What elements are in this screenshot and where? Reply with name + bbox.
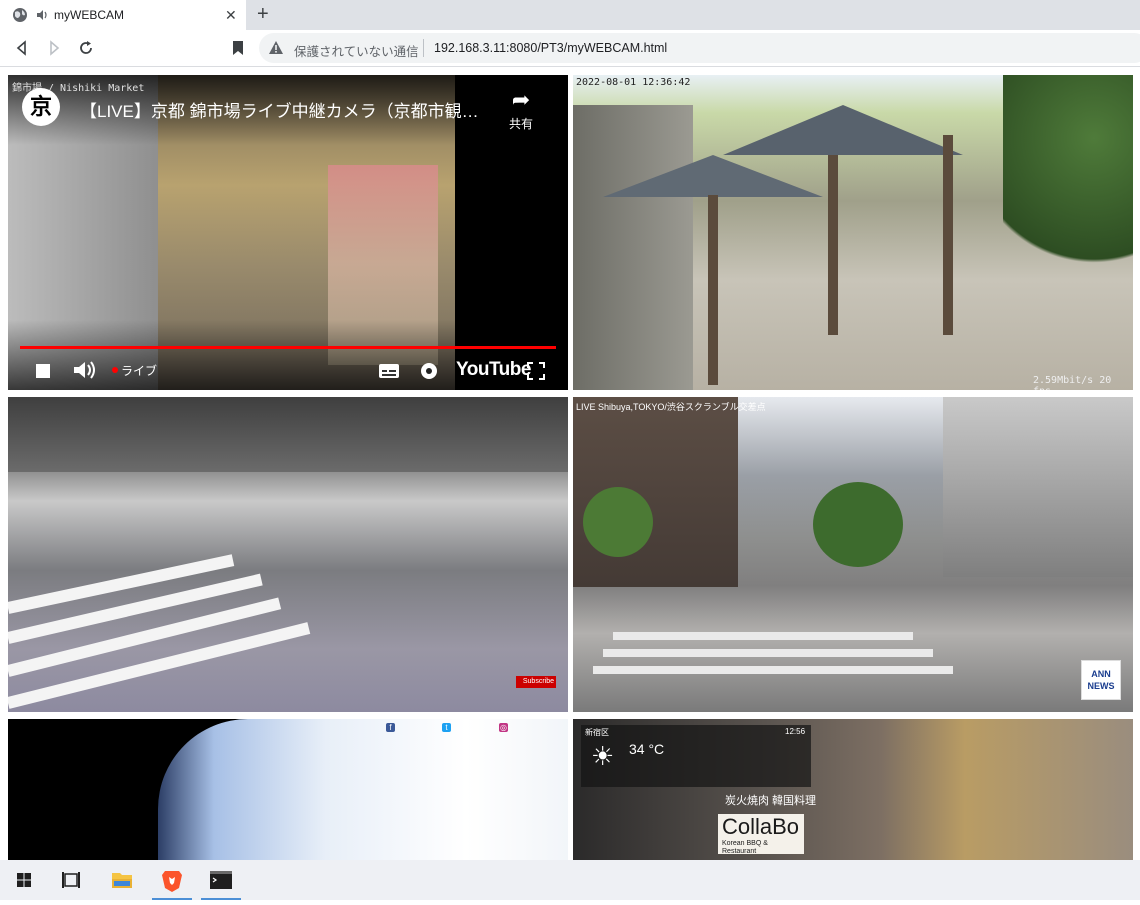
fullscreen-icon[interactable] <box>526 358 546 382</box>
close-tab-icon[interactable]: ✕ <box>225 8 237 22</box>
shop-sign-top: 炭火焼肉 韓国料理 <box>725 795 817 807</box>
scene-tree <box>583 487 653 557</box>
volume-icon[interactable] <box>72 358 98 382</box>
terminal-icon <box>210 871 232 889</box>
task-view-button[interactable] <box>51 860 91 900</box>
share-button[interactable]: ➦ 共有 <box>503 89 539 132</box>
settings-gear-icon[interactable] <box>418 358 440 382</box>
live-indicator-icon <box>112 367 118 373</box>
weather-area: 新宿区 <box>585 728 609 737</box>
share-label: 共有 <box>508 117 533 131</box>
weather-time: 12:56 <box>785 727 806 736</box>
scene-tree <box>813 482 903 567</box>
ann-logo-bottom: NEWS <box>1087 681 1115 691</box>
ann-logo-top: ANN <box>1091 669 1111 679</box>
shop-sign: CollaBo Korean BBQ & Restaurant <box>718 814 804 855</box>
video-title[interactable]: 【LIVE】京都 錦市場ライブ中継カメラ（京都市観光協会） <box>80 97 490 122</box>
tab-strip: myWEBCAM ✕ + <box>0 0 1140 30</box>
task-view-icon <box>62 872 80 888</box>
browser-tab[interactable]: myWEBCAM ✕ <box>0 0 246 30</box>
ann-news-logo: ANN NEWS <box>1081 660 1121 700</box>
url-text[interactable]: 192.168.3.11:8080/PT3/myWEBCAM.html <box>434 41 667 55</box>
security-status[interactable]: 保護されていない通信 <box>294 41 419 60</box>
start-button[interactable] <box>4 860 44 900</box>
scene-roof <box>603 155 823 197</box>
webcam-shinjuku-street[interactable]: 新宿区 ☀ 34 °C 12:56 炭火焼肉 韓国料理 CollaBo Kore… <box>573 719 1133 860</box>
taskbar <box>0 860 1140 900</box>
scene-earth <box>158 719 568 860</box>
forward-icon[interactable] <box>45 39 63 57</box>
shop-sign-main: CollaBo <box>722 814 800 839</box>
subscribe-button[interactable]: Subscribe <box>516 676 556 688</box>
terminal-button[interactable] <box>201 860 241 900</box>
crosswalk-stripe <box>593 666 953 674</box>
video-progress-bar[interactable] <box>20 346 556 349</box>
weather-widget: 新宿区 ☀ 34 °C 12:56 <box>581 725 811 787</box>
folder-icon <box>112 873 132 888</box>
scene-palm <box>1003 75 1133 285</box>
webcam-earth-space[interactable]: f t ◎ <box>8 719 568 860</box>
stop-icon[interactable] <box>34 358 52 382</box>
speaker-icon[interactable] <box>36 9 48 21</box>
weather-temperature: 34 °C <box>629 741 665 757</box>
facebook-icon[interactable]: f <box>386 723 395 732</box>
webcam-shibuya-crossing[interactable]: LIVE Shibuya,TOKYO/渋谷スクランブル交差点 ANN NEWS <box>573 397 1133 712</box>
stream-bitrate: 2.59Mbit/s 20 fps <box>1033 375 1112 390</box>
file-explorer-button[interactable] <box>102 860 142 900</box>
channel-avatar[interactable]: 京 <box>22 88 60 126</box>
partly-sunny-icon: ☀ <box>591 741 615 771</box>
shop-sign-sub: Korean BBQ & Restaurant <box>722 840 768 855</box>
scene-rocks <box>573 105 693 390</box>
scene-building <box>943 397 1133 577</box>
bookmark-icon[interactable] <box>229 39 247 57</box>
back-icon[interactable] <box>13 39 31 57</box>
webcam-street-crossing[interactable]: Subscribe <box>8 397 568 712</box>
address-bar[interactable]: 保護されていない通信 192.168.3.11:8080/PT3/myWEBCA… <box>259 33 1140 63</box>
camera-timestamp: 2022-08-01 12:36:42 <box>576 77 691 88</box>
globe-icon <box>13 8 27 22</box>
share-icon: ➦ <box>511 87 531 112</box>
subtitles-icon[interactable] <box>378 358 400 382</box>
crosswalk-stripe <box>613 632 913 640</box>
live-label[interactable]: ライブ <box>121 362 157 379</box>
scene-post <box>708 195 718 385</box>
twitter-icon[interactable]: t <box>442 723 451 732</box>
browser-toolbar: 保護されていない通信 192.168.3.11:8080/PT3/myWEBCA… <box>0 30 1140 67</box>
webcam-nishiki-youtube[interactable]: 錦市場 / Nishiki Market 京 【LIVE】京都 錦市場ライブ中継… <box>8 75 568 390</box>
scene-roof <box>723 105 963 155</box>
crosswalk-stripe <box>603 649 933 657</box>
brave-browser-button[interactable] <box>152 860 192 900</box>
address-separator <box>423 39 424 57</box>
webcam-monkey-park[interactable]: 2022-08-01 12:36:42 2.59Mbit/s 20 fps <box>573 75 1133 390</box>
tab-title: myWEBCAM <box>54 8 124 22</box>
youtube-logo[interactable]: YouTube <box>456 359 531 381</box>
scene-post <box>943 135 953 335</box>
warning-icon[interactable] <box>268 40 284 56</box>
windows-icon <box>17 873 31 887</box>
scene-overpass <box>8 397 568 472</box>
brave-lion-icon <box>162 871 182 892</box>
reload-icon[interactable] <box>77 39 95 57</box>
instagram-icon[interactable]: ◎ <box>499 723 508 732</box>
new-tab-button[interactable]: + <box>257 3 269 25</box>
scene-post <box>828 155 838 335</box>
camera-location-label: LIVE Shibuya,TOKYO/渋谷スクランブル交差点 <box>576 402 766 412</box>
